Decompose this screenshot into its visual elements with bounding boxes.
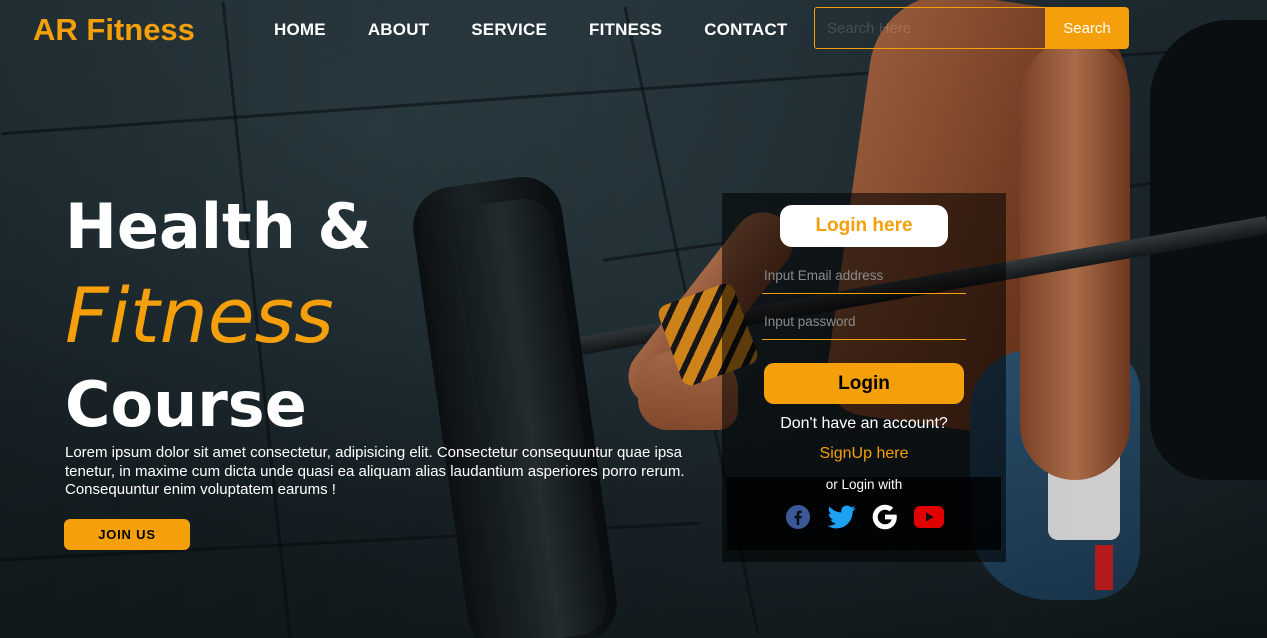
hero-title-line-1: Health & <box>65 190 372 263</box>
join-us-button[interactable]: JOIN US <box>64 519 190 550</box>
youtube-icon[interactable] <box>913 502 944 532</box>
nav-item-contact[interactable]: CONTACT <box>704 20 787 40</box>
nav-item-home[interactable]: HOME <box>274 20 326 40</box>
search-input[interactable] <box>814 7 1046 49</box>
twitter-icon[interactable] <box>827 502 857 532</box>
email-field[interactable] <box>762 258 966 294</box>
site-logo[interactable]: AR Fitness <box>33 12 195 48</box>
nav-item-about[interactable]: ABOUT <box>368 20 429 40</box>
main-nav: HOME ABOUT SERVICE FITNESS CONTACT <box>274 20 829 40</box>
login-panel: Login here Login Don't have an account? … <box>722 193 1006 562</box>
google-icon[interactable] <box>870 502 900 532</box>
password-field[interactable] <box>762 304 966 340</box>
login-button[interactable]: Login <box>764 363 964 404</box>
login-heading: Login here <box>780 205 948 247</box>
no-account-text: Don't have an account? <box>780 415 948 432</box>
hero-title-line-2: Fitness <box>65 271 334 360</box>
facebook-icon[interactable] <box>783 502 813 532</box>
nav-item-service[interactable]: SERVICE <box>471 20 547 40</box>
hero-description: Lorem ipsum dolor sit amet consectetur, … <box>65 444 685 498</box>
search-button[interactable]: Search <box>1045 7 1129 49</box>
hero-title-line-3: Course <box>65 368 307 441</box>
nav-item-fitness[interactable]: FITNESS <box>589 20 662 40</box>
social-icons <box>783 502 957 532</box>
social-login-box: or Login with <box>727 477 1001 550</box>
signup-link[interactable]: SignUp here <box>722 445 1006 463</box>
or-login-with-text: or Login with <box>825 477 903 492</box>
hero-title: Health & Fitness Course <box>65 182 371 450</box>
